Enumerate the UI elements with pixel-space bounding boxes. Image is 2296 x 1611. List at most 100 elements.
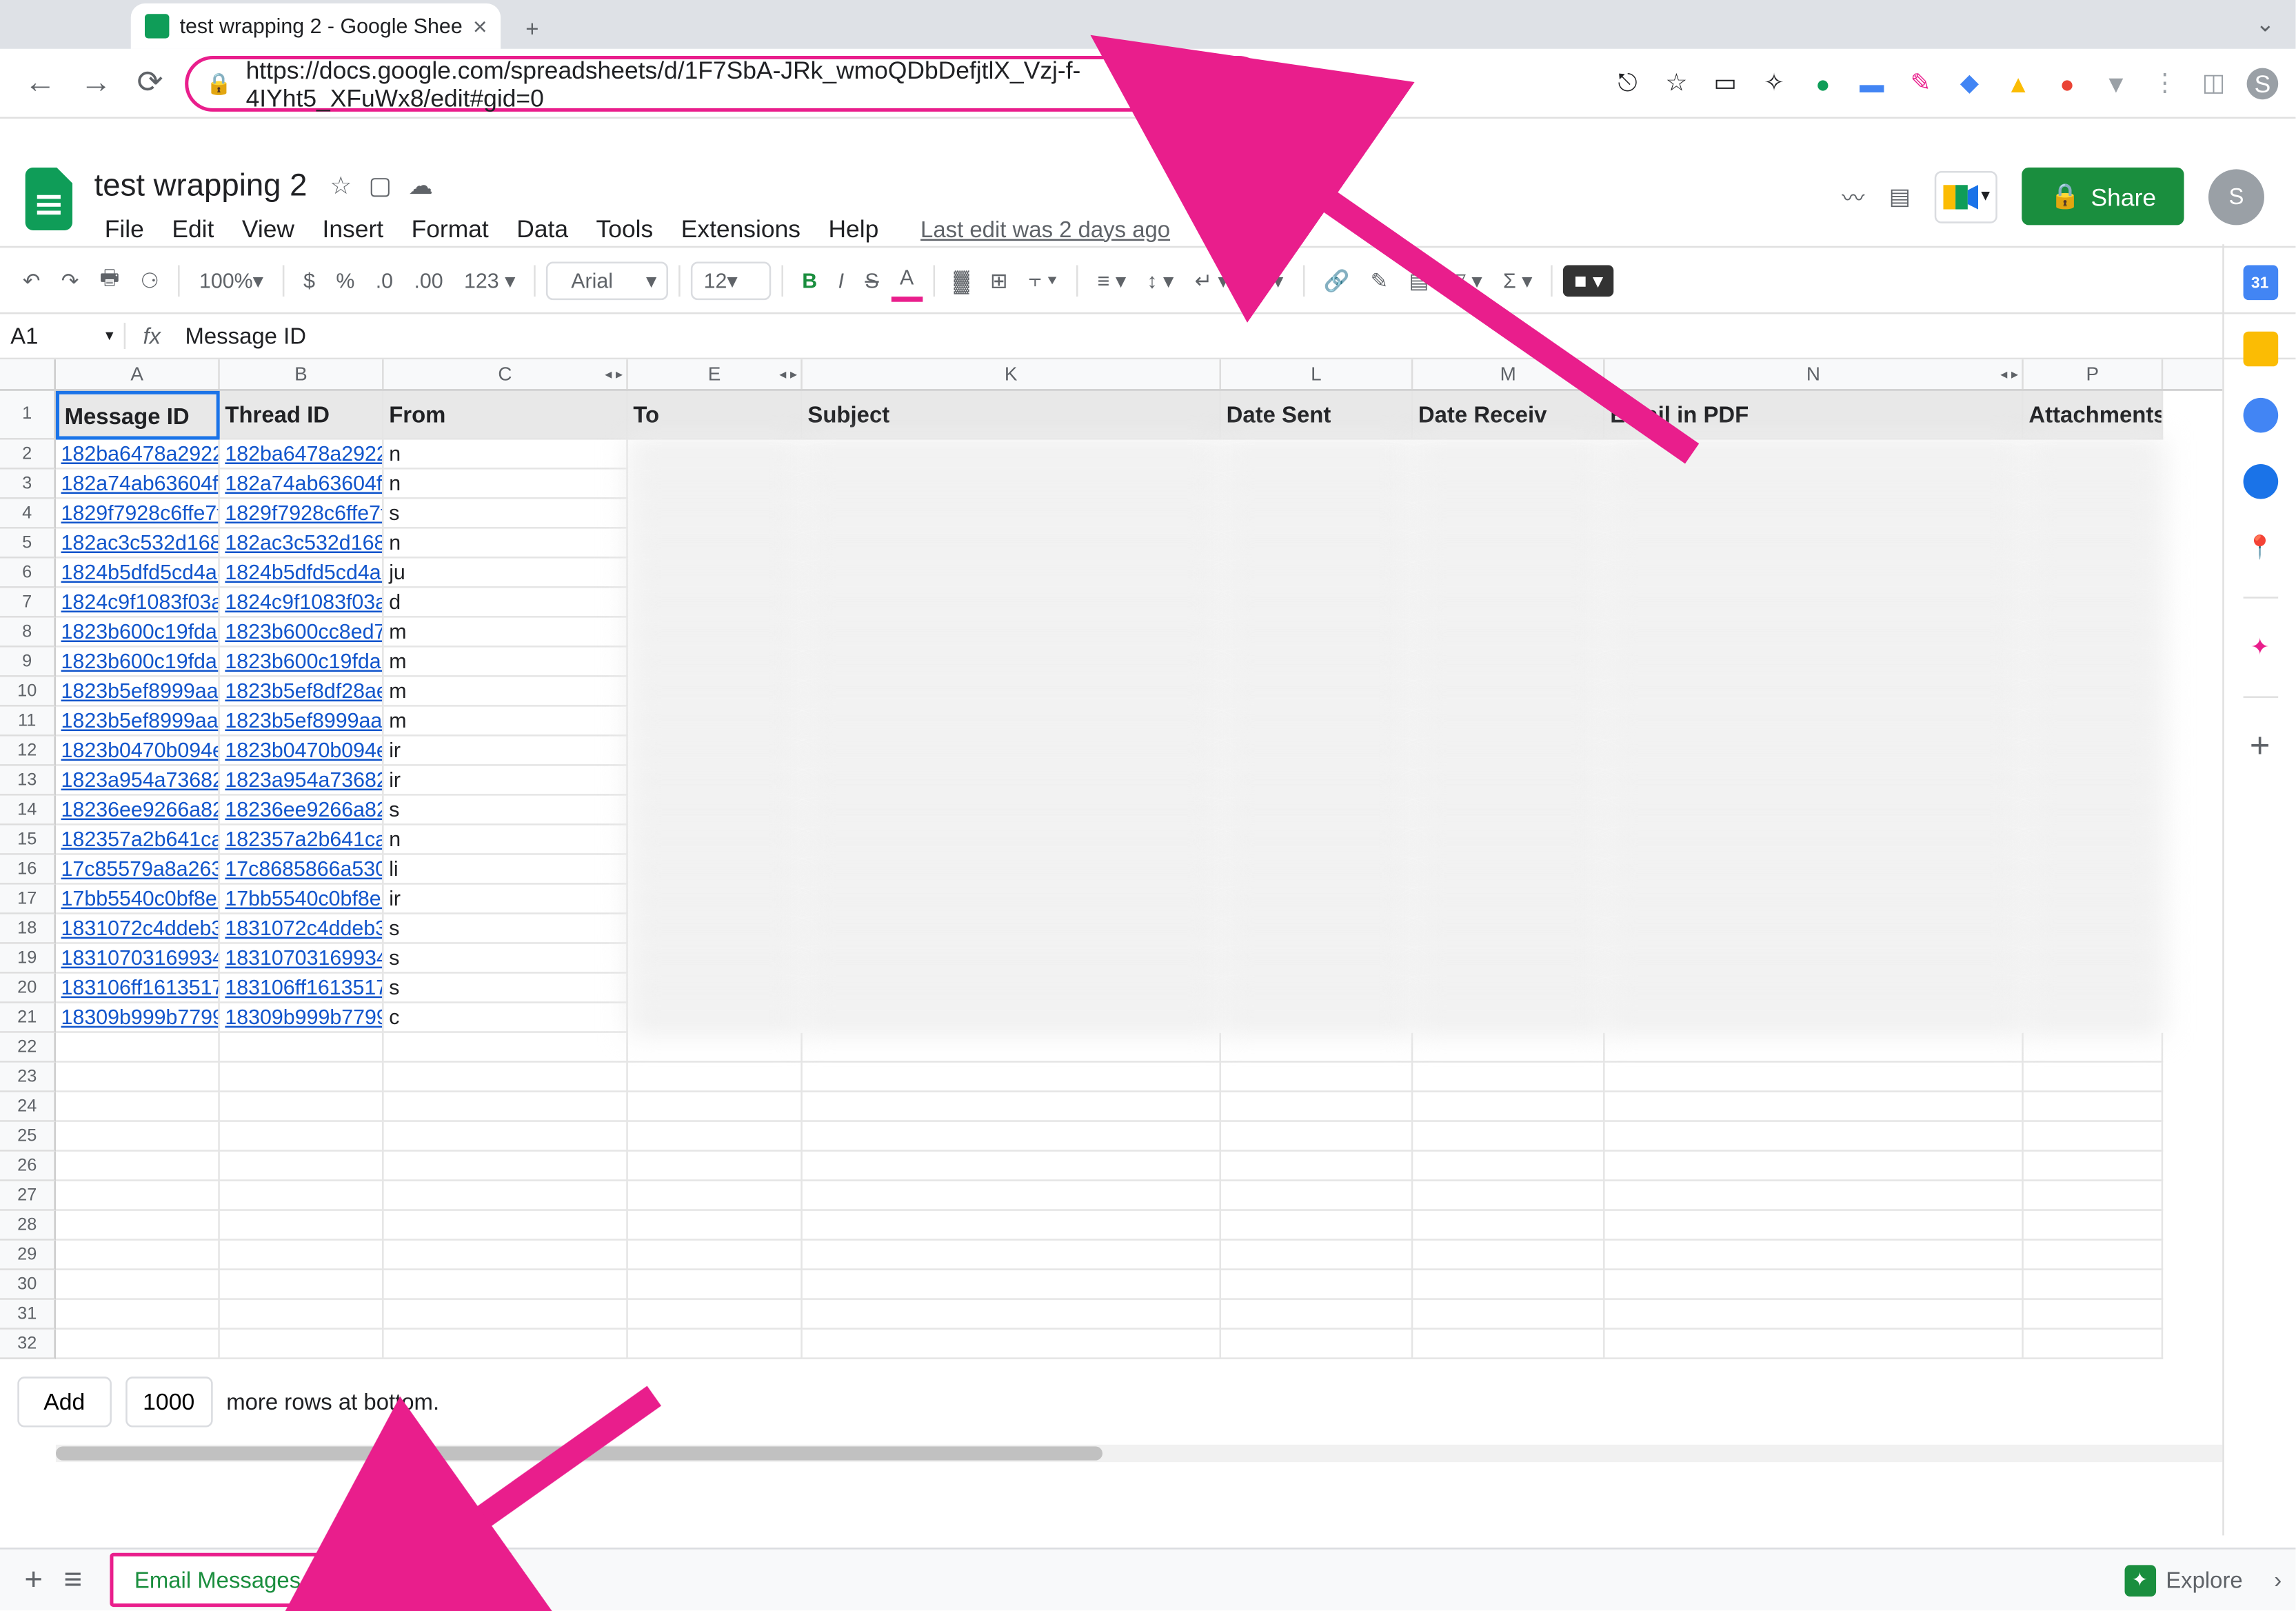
browser-tab[interactable]: test wrapping 2 - Google Shee × [131, 3, 501, 49]
cell[interactable]: 182ba6478a2922d5 [220, 440, 384, 470]
more-formats-button[interactable]: 123 ▾ [455, 261, 524, 299]
cell[interactable] [384, 1152, 628, 1181]
cell[interactable] [1221, 1092, 1413, 1122]
row-header[interactable]: 1 [0, 391, 56, 440]
row-header[interactable]: 26 [0, 1152, 56, 1181]
add-rows-button[interactable]: Add [17, 1377, 111, 1427]
sheet-tab-menu-icon[interactable]: ▾ [311, 1570, 320, 1590]
menu-tools[interactable]: Tools [585, 211, 663, 246]
row-header[interactable]: 9 [0, 648, 56, 677]
cell[interactable] [1413, 1122, 1604, 1152]
calendar-icon[interactable]: 31 [2242, 266, 2277, 301]
cell[interactable] [1605, 796, 2024, 825]
cell[interactable]: 1823b0470b094ede [220, 737, 384, 766]
cell[interactable] [1413, 707, 1604, 737]
last-edit-link[interactable]: Last edit was 2 days ago [910, 212, 1180, 245]
cell[interactable] [1605, 440, 2024, 470]
cell[interactable] [803, 1300, 1221, 1330]
cell[interactable] [628, 1181, 803, 1211]
sidepanel-icon[interactable]: ◫ [2198, 67, 2230, 99]
cell[interactable]: 182ac3c532d168f9 [220, 529, 384, 559]
cell[interactable] [803, 885, 1221, 914]
extension-icon[interactable]: ✧ [1758, 67, 1790, 99]
cell[interactable] [803, 1092, 1221, 1122]
strikethrough-button[interactable]: S [856, 261, 888, 299]
row-header[interactable]: 29 [0, 1241, 56, 1270]
horizontal-scrollbar[interactable] [56, 1445, 2222, 1462]
cell[interactable] [1605, 885, 2024, 914]
keep-icon[interactable] [2242, 332, 2277, 367]
meet-button[interactable]: ▾ [1935, 170, 1997, 223]
side-panel-toggle[interactable]: › [2274, 1567, 2282, 1593]
filter-button[interactable]: ▽ ▾ [1441, 261, 1491, 299]
rotate-button[interactable]: ⟳ ▾ [1241, 261, 1292, 299]
cell[interactable] [56, 1241, 220, 1270]
cell[interactable] [1221, 707, 1413, 737]
row-header[interactable]: 12 [0, 737, 56, 766]
new-tab-button[interactable]: + [515, 9, 550, 49]
add-addon-button[interactable]: + [2242, 730, 2277, 765]
explore-button[interactable]: ✦ Explore [2106, 1554, 2260, 1606]
cell[interactable] [1413, 470, 1604, 499]
font-select[interactable]: Arial▾ [547, 261, 669, 299]
font-size-select[interactable]: 12 ▾ [692, 261, 771, 299]
cell[interactable] [628, 944, 803, 974]
cell[interactable] [1221, 440, 1413, 470]
cell[interactable] [56, 1152, 220, 1181]
cell[interactable] [1413, 529, 1604, 559]
cell[interactable]: ju [384, 559, 628, 588]
cell[interactable] [1413, 588, 1604, 618]
row-header[interactable]: 27 [0, 1181, 56, 1211]
header-cell[interactable]: From [384, 391, 628, 440]
cell[interactable] [1605, 944, 2024, 974]
cell[interactable] [56, 1270, 220, 1300]
column-header-C[interactable]: C◂ ▸ [384, 359, 628, 389]
cell[interactable] [1221, 737, 1413, 766]
header-cell[interactable]: Date Sent [1221, 391, 1413, 440]
cell[interactable] [384, 1122, 628, 1152]
cell[interactable] [1605, 1092, 2024, 1122]
cell[interactable] [1605, 1063, 2024, 1092]
bookmark-icon[interactable]: ☆ [1661, 67, 1693, 99]
row-header[interactable]: 28 [0, 1211, 56, 1241]
cell[interactable] [2024, 1270, 2163, 1300]
addon-icon[interactable]: ✦ [2242, 630, 2277, 665]
cell[interactable] [803, 737, 1221, 766]
cell[interactable] [803, 944, 1221, 974]
cell[interactable]: d [384, 588, 628, 618]
more-button[interactable]: ■ ▾ [1564, 264, 1613, 296]
row-header[interactable]: 21 [0, 1003, 56, 1033]
cell[interactable] [628, 1330, 803, 1359]
cell[interactable] [1413, 914, 1604, 944]
cell[interactable]: 1829f7928c6ffe7f [56, 499, 220, 529]
cell[interactable] [220, 1063, 384, 1092]
chart-button[interactable]: ▤ [1400, 261, 1438, 299]
cell[interactable] [628, 1063, 803, 1092]
cell[interactable] [384, 1211, 628, 1241]
menu-extensions[interactable]: Extensions [671, 211, 812, 246]
row-header[interactable]: 5 [0, 529, 56, 559]
close-tab-icon[interactable]: × [473, 12, 487, 40]
currency-button[interactable]: $ [294, 261, 323, 299]
column-header-K[interactable]: K [803, 359, 1221, 389]
cell[interactable] [1605, 766, 2024, 796]
cell[interactable] [2024, 1181, 2163, 1211]
cell[interactable]: 1824b5dfd5cd4a87 [220, 559, 384, 588]
header-cell[interactable]: To [628, 391, 803, 440]
share-button[interactable]: 🔒 Share [2022, 168, 2184, 225]
column-header-M[interactable]: M [1413, 359, 1604, 389]
cell[interactable]: 182ba6478a2922d5 [56, 440, 220, 470]
paint-format-button[interactable]: ⚆ [132, 261, 168, 299]
extension-icon[interactable]: ▬ [1856, 67, 1888, 99]
cell[interactable] [628, 1211, 803, 1241]
cell[interactable] [1221, 648, 1413, 677]
activity-icon[interactable]: 〰 [1842, 180, 1864, 213]
cell[interactable] [2024, 1211, 2163, 1241]
cell[interactable]: 1823a954a73682a2 [56, 766, 220, 796]
row-header[interactable]: 23 [0, 1063, 56, 1092]
cell[interactable] [220, 1033, 384, 1063]
contacts-icon[interactable] [2242, 464, 2277, 499]
all-sheets-button[interactable]: ≡ [53, 1551, 92, 1608]
cell[interactable]: 182ac3c532d168f9 [56, 529, 220, 559]
cell[interactable]: ir [384, 737, 628, 766]
